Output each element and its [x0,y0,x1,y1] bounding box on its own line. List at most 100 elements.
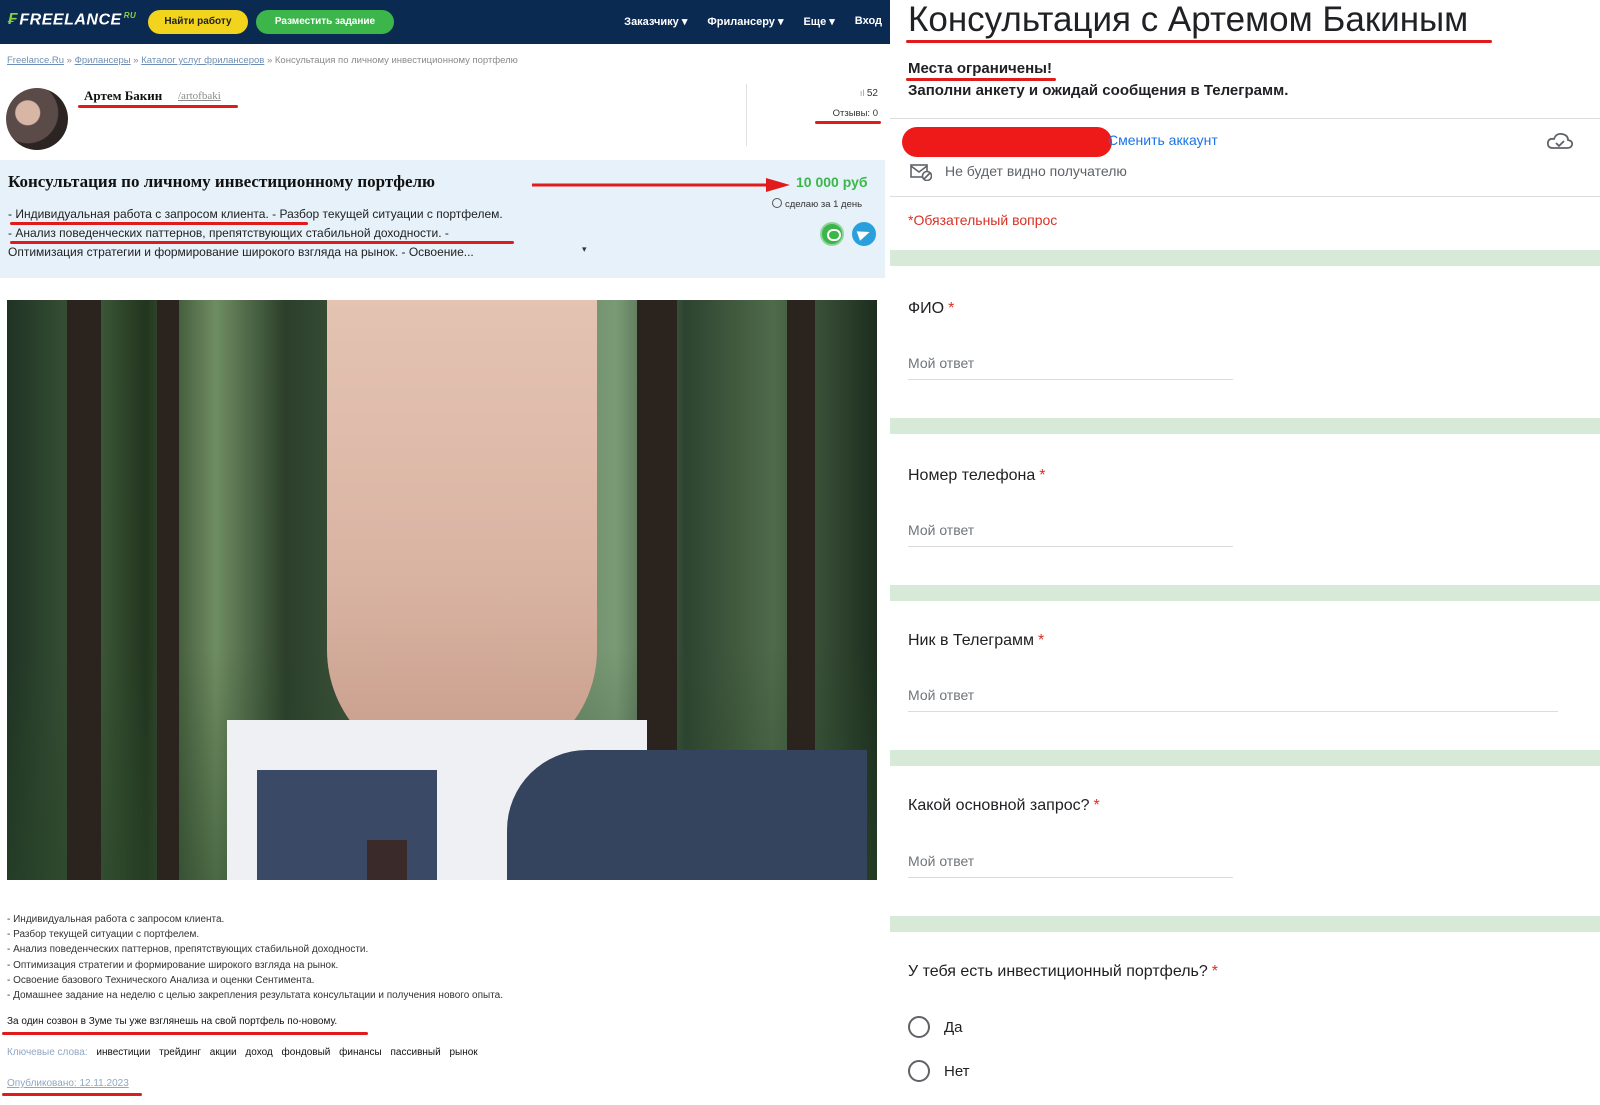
list-item: - Разбор текущей ситуации с портфелем. [7,929,200,941]
service-title: Консультация по личному инвестиционному … [8,172,436,191]
radio-option-yes[interactable]: Да [908,1016,963,1038]
keyword-tag[interactable]: доход [245,1047,272,1058]
required-asterisk: * [948,300,955,317]
person-vest [257,770,437,880]
cloud-save-icon [1546,132,1574,149]
author-name[interactable]: Артем Бакин [84,88,162,104]
required-note: *Обязательный вопрос [908,212,1058,228]
nav-item-freelancer[interactable]: Фрилансеру ▾ [707,15,783,28]
radio-button[interactable] [908,1016,930,1038]
divider [746,84,747,146]
annotation-underline [815,121,881,124]
site-logo[interactable]: ₣ FREELANCE RU [8,11,136,29]
nav-item-login[interactable]: Вход [855,15,882,28]
top-nav: Заказчику ▾ Фрилансеру ▾ Еще ▾ Вход [624,15,882,28]
keyword-tag[interactable]: финансы [339,1047,382,1058]
divider [890,118,1600,119]
zoom-note: За один созвон в Зуме ты уже взглянешь н… [7,1016,338,1027]
question-telegram-nick: Ник в Телеграмм * [908,632,1044,650]
service-price: 10 000 руб [796,174,868,190]
screenshot-collage: ₣ FREELANCE RU Найти работу Разместить зад… [0,0,1600,1105]
redacted-account-email [902,127,1112,157]
breadcrumb-separator: » [66,55,75,66]
tree-trunk [157,300,179,880]
question-phone: Номер телефона * [908,467,1045,485]
question-label: ФИО [908,300,945,317]
phone-input[interactable] [908,522,1233,547]
telegram-nick-input[interactable] [908,687,1558,712]
author-login[interactable]: /artofbaki [178,90,221,102]
radio-option-no[interactable]: Нет [908,1060,970,1082]
main-request-input[interactable] [908,853,1233,878]
tree-trunk [67,300,101,880]
breadcrumb: Freelance.Ru » Фрилансеры » Каталог услу… [7,55,518,66]
question-portfolio: У тебя есть инвестиционный портфель? * [908,963,1218,981]
keyword-tag[interactable]: трейдинг [159,1047,201,1058]
freelance-service-page: ₣ FREELANCE RU Найти работу Разместить зад… [0,0,890,1105]
required-asterisk: * [1039,467,1046,484]
deadline-text: сделаю за 1 день [785,199,863,210]
keyword-tag[interactable]: акции [210,1047,237,1058]
switch-account-link[interactable]: Сменить аккаунт [1108,132,1218,148]
question-main-request: Какой основной запрос? * [908,797,1100,815]
question-full-name: ФИО * [908,300,954,318]
divider [890,196,1600,197]
person-tie [367,840,407,880]
service-details-list: - Индивидуальная работа с запросом клиен… [7,912,503,1003]
breadcrumb-home[interactable]: Freelance.Ru [7,55,64,66]
breadcrumb-freelancers[interactable]: Фрилансеры [75,55,131,66]
radio-button[interactable] [908,1060,930,1082]
annotation-underline [2,1093,142,1096]
reviews-count[interactable]: Отзывы: 0 [820,108,878,119]
annotation-underline [10,241,514,244]
full-name-input[interactable] [908,355,1233,380]
required-asterisk: * [1038,632,1045,649]
breadcrumb-current: Консультация по личному инвестиционному … [274,55,518,66]
description-line: Оптимизация стратегии и формирование шир… [8,245,474,259]
breadcrumb-catalog[interactable]: Каталог услуг фрилансеров [141,55,264,66]
question-label: Номер телефона [908,467,1036,484]
site-header: ₣ FREELANCE RU Найти работу Разместить зад… [0,0,890,44]
keyword-tag[interactable]: фондовый [282,1047,331,1058]
keyword-tag[interactable]: рынок [449,1047,477,1058]
form-title: Консультация с Артемом Бакиным [908,0,1469,39]
logo-suffix: RU [123,11,137,20]
person-jacket [507,750,867,880]
service-deadline: сделаю за 1 день [772,198,862,210]
list-item: - Домашнее задание на неделю с целью зак… [7,990,504,1002]
post-task-button[interactable]: Разместить задание [256,10,394,34]
question-separator [890,418,1600,434]
form-subtitle-limited: Места ограничены! [908,60,1052,77]
privacy-note: Не будет видно получателю [945,163,1127,179]
google-form: Консультация с Артемом Бакиным Места огр… [890,0,1600,1105]
nav-item-customer[interactable]: Заказчику ▾ [624,15,687,28]
expand-description-icon[interactable]: ▾ [582,244,587,255]
find-work-button[interactable]: Найти работу [148,10,248,34]
question-label: Ник в Телеграмм [908,632,1034,649]
avatar[interactable] [6,88,68,150]
chat-icon[interactable] [820,222,844,246]
rating-icon: ıl [859,88,867,98]
keyword-tag[interactable]: инвестиции [96,1047,150,1058]
form-subtitle-instructions: Заполни анкету и ожидай сообщения в Теле… [908,82,1289,99]
annotation-underline [78,105,238,108]
service-description: - Индивидуальная работа с запросом клиен… [8,205,768,262]
breadcrumb-separator: » [266,55,275,66]
nav-item-more[interactable]: Еще ▾ [803,15,834,28]
question-label: Какой основной запрос? [908,797,1090,814]
radio-label: Нет [944,1062,970,1080]
radio-label: Да [944,1018,963,1036]
telegram-icon[interactable] [852,222,876,246]
service-photo [7,300,877,880]
question-separator [890,916,1600,932]
keyword-tag[interactable]: пассивный [391,1047,441,1058]
question-separator [890,750,1600,766]
logo-text: FREELANCE [19,11,122,29]
list-item: - Освоение базового Технического Анализа… [7,974,315,986]
question-label: У тебя есть инвестиционный портфель? [908,963,1208,980]
list-item: - Индивидуальная работа с запросом клиен… [7,914,225,925]
annotation-underline [906,40,1492,43]
annotation-underline [2,1032,368,1035]
required-asterisk: * [1093,797,1100,814]
question-separator [890,585,1600,601]
